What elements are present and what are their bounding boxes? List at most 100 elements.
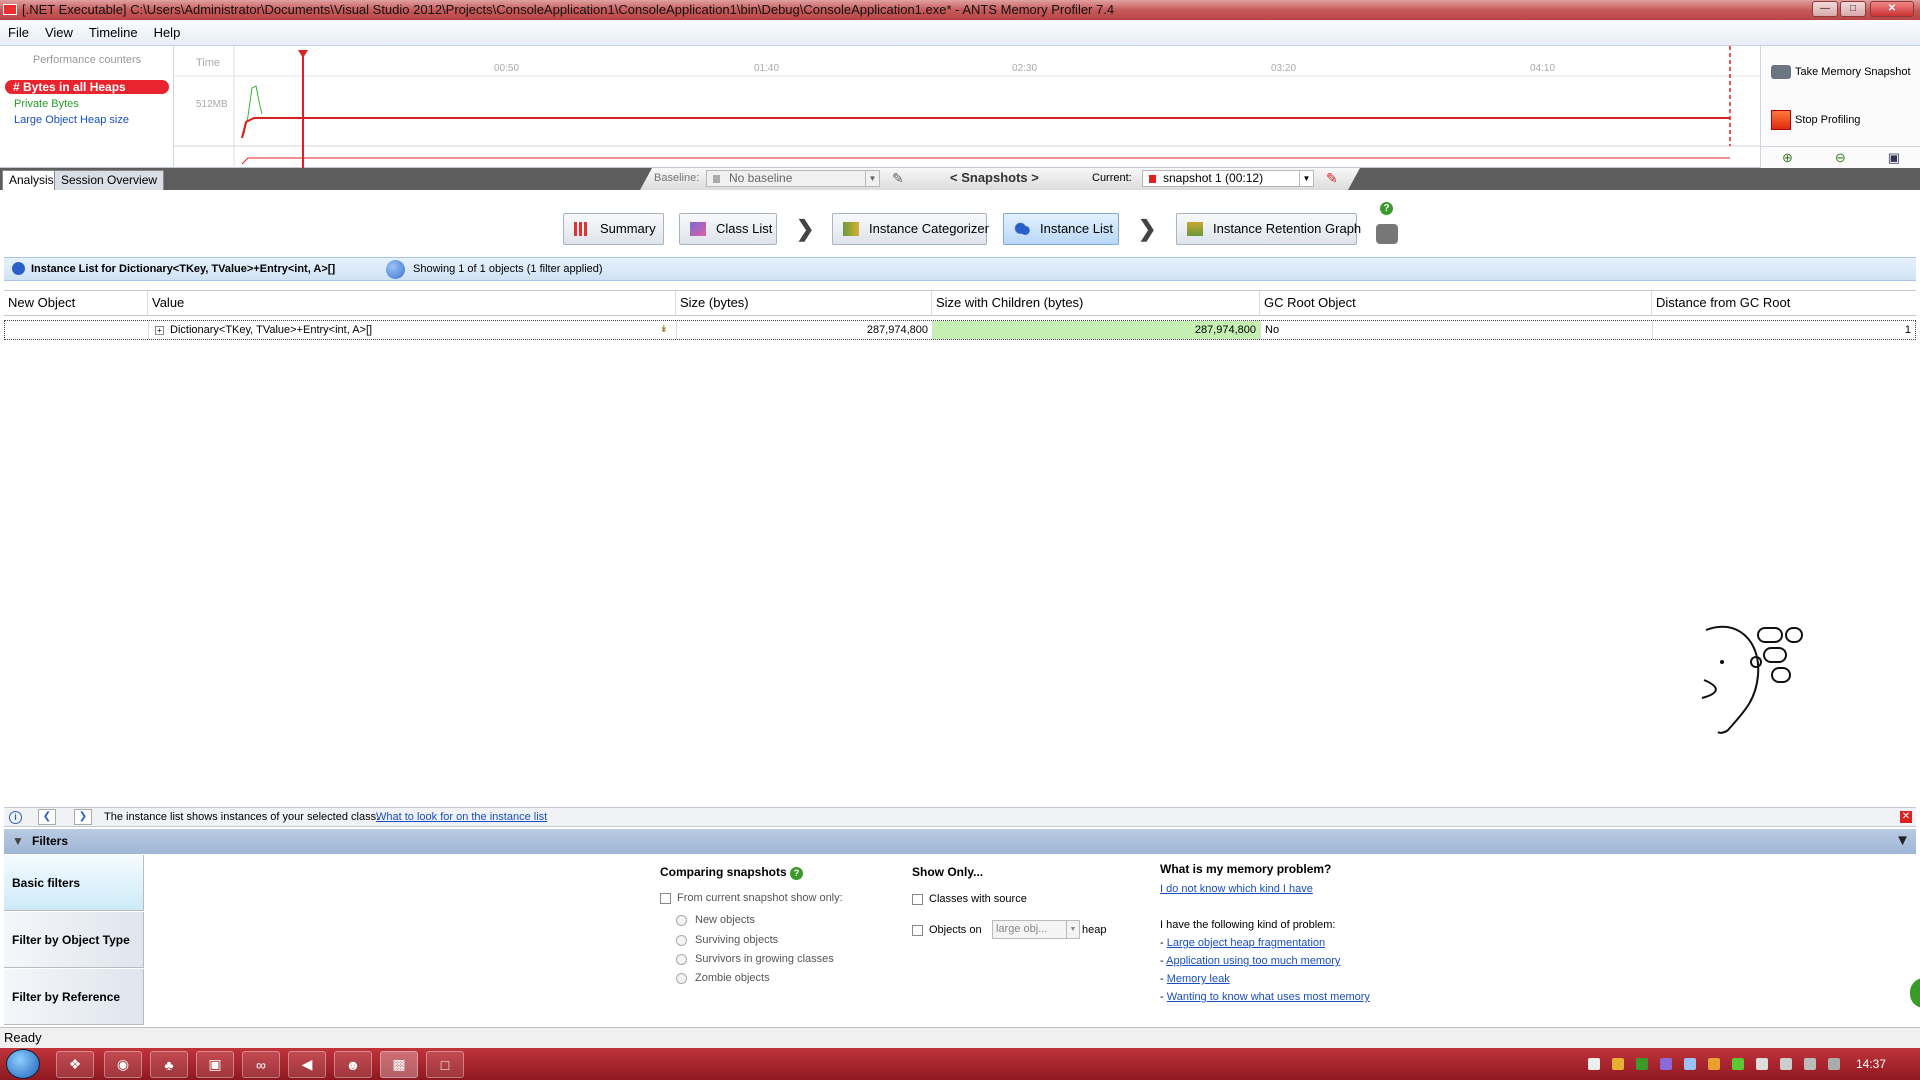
zoom-in-icon[interactable]: ⊕: [1782, 150, 1793, 166]
counter-bytes-in-heaps[interactable]: # Bytes in all Heaps: [5, 80, 169, 94]
clock[interactable]: 14:37: [1856, 1048, 1886, 1080]
radio-zombie-label: Zombie objects: [695, 972, 770, 984]
memory-leak-link[interactable]: Memory leak: [1167, 973, 1230, 985]
speaker-icon[interactable]: [1756, 1058, 1768, 1070]
heap-select[interactable]: large obj... ▼: [992, 920, 1080, 939]
baseline-dropdown[interactable]: No baseline ▼: [706, 170, 880, 187]
menu-file[interactable]: File: [0, 20, 37, 46]
browser-icon[interactable]: ◉: [104, 1051, 142, 1078]
class-list-button[interactable]: Class List: [679, 213, 777, 245]
menu-view[interactable]: View: [37, 20, 81, 46]
summary-button[interactable]: Summary: [563, 213, 664, 245]
zoom-fit-icon[interactable]: ▣: [1888, 150, 1900, 166]
tab-filter-reference[interactable]: Filter by Reference: [4, 969, 144, 1025]
zoom-out-icon[interactable]: ⊖: [1835, 150, 1846, 166]
pin-icon[interactable]: ↡: [660, 321, 668, 339]
tray-icon[interactable]: [1636, 1058, 1648, 1070]
col-distance-gc-root[interactable]: Distance from GC Root: [1652, 291, 1916, 315]
snapshot-marker-head: [298, 50, 308, 58]
tray-icon[interactable]: [1660, 1058, 1672, 1070]
heap-label: heap: [1082, 924, 1107, 936]
classes-with-source-label: Classes with source: [929, 893, 1027, 905]
tray-icon[interactable]: [1612, 1058, 1624, 1070]
counter-loh-size[interactable]: Large Object Heap size: [14, 114, 129, 126]
funnel-icon: ▼: [12, 834, 24, 848]
edit-current-icon[interactable]: ✎: [1326, 168, 1338, 188]
col-new-object[interactable]: New Object: [4, 291, 148, 315]
terminal-icon[interactable]: ▣: [196, 1051, 234, 1078]
col-gc-root-object[interactable]: GC Root Object: [1260, 291, 1652, 315]
tab-analysis[interactable]: Analysis: [2, 170, 61, 190]
tray-icon[interactable]: [1684, 1058, 1696, 1070]
current-snapshot-dropdown[interactable]: snapshot 1 (00:12) ▼: [1142, 170, 1314, 187]
radio-survivors-growing[interactable]: Survivors in growing classes: [676, 953, 834, 965]
taskbar-app-icon[interactable]: ❖: [56, 1051, 94, 1078]
instance-list-title: Instance List for Dictionary<TKey, TValu…: [31, 263, 336, 275]
table-row[interactable]: + Dictionary<TKey, TValue>+Entry<int, A>[…: [4, 320, 1916, 340]
next-tip-button[interactable]: ❯: [74, 809, 92, 825]
visual-studio-icon[interactable]: ∞: [242, 1051, 280, 1078]
most-memory-link[interactable]: Wanting to know what uses most memory: [1167, 991, 1370, 1003]
help-icon[interactable]: ?: [1380, 202, 1393, 215]
unknown-problem-link[interactable]: I do not know which kind I have: [1160, 883, 1313, 895]
radio-new-objects[interactable]: New objects: [676, 914, 755, 926]
tab-basic-filters[interactable]: Basic filters: [4, 855, 144, 911]
start-button[interactable]: [6, 1049, 40, 1079]
snapshot-selector: Baseline: No baseline ▼ ✎ < Snapshots > …: [640, 168, 1360, 190]
loh-fragmentation-link[interactable]: Large object heap fragmentation: [1167, 937, 1325, 949]
side-tab[interactable]: [1910, 978, 1920, 1008]
tick-label: 04:10: [1530, 63, 1555, 74]
tray-icon[interactable]: [1804, 1058, 1816, 1070]
edit-baseline-icon[interactable]: ✎: [892, 168, 904, 188]
stop-profiling-label: Stop Profiling: [1795, 114, 1861, 126]
tab-session-overview[interactable]: Session Overview: [54, 170, 165, 190]
stop-profiling-button[interactable]: Stop Profiling: [1769, 110, 1860, 130]
info-link[interactable]: What to look for on the instance list: [376, 808, 547, 826]
objects-on-checkbox[interactable]: Objects on: [912, 924, 982, 936]
users-icon[interactable]: ☻: [334, 1051, 372, 1078]
tools-icon[interactable]: [1376, 224, 1398, 244]
current-label: Current:: [1092, 172, 1132, 184]
col-size[interactable]: Size (bytes): [676, 291, 932, 315]
menu-timeline[interactable]: Timeline: [81, 20, 146, 46]
tab-filter-object-type[interactable]: Filter by Object Type: [4, 912, 144, 968]
tray-icon[interactable]: [1588, 1058, 1600, 1070]
bar-chart-icon: [574, 222, 590, 236]
maximize-button[interactable]: □: [1840, 1, 1866, 17]
timeline-graph[interactable]: Time 512MB 00:50 01:40 02:30 03:20 04:10: [174, 46, 1760, 168]
instance-categorizer-button[interactable]: Instance Categorizer: [832, 213, 989, 245]
instance-list-button[interactable]: Instance List: [1003, 213, 1119, 245]
counter-private-bytes[interactable]: Private Bytes: [14, 98, 79, 110]
minimize-button[interactable]: —: [1812, 1, 1838, 17]
too-much-memory-link[interactable]: Application using too much memory: [1166, 955, 1340, 967]
window-icon[interactable]: □: [426, 1051, 464, 1078]
network-icon[interactable]: [1780, 1058, 1792, 1070]
filters-header[interactable]: ▼ Filters ▼: [4, 829, 1916, 854]
class-list-icon: [690, 222, 706, 236]
close-button[interactable]: ✕: [1870, 1, 1914, 17]
tray-icon[interactable]: [1708, 1058, 1720, 1070]
classes-with-source-checkbox[interactable]: Classes with source: [912, 893, 1027, 905]
col-size-with-children[interactable]: Size with Children (bytes): [932, 291, 1260, 315]
tick-label: 02:30: [1012, 63, 1037, 74]
retention-graph-button[interactable]: Instance Retention Graph: [1176, 213, 1361, 245]
radio-surviving-objects[interactable]: Surviving objects: [676, 934, 778, 946]
ants-profiler-icon[interactable]: ▩: [380, 1051, 418, 1078]
col-value[interactable]: Value: [148, 291, 676, 315]
snapshots-nav[interactable]: < Snapshots >: [950, 168, 1039, 188]
take-snapshot-button[interactable]: Take Memory Snapshot: [1769, 62, 1911, 82]
media-icon[interactable]: ◀: [288, 1051, 326, 1078]
tray-icon[interactable]: [1732, 1058, 1744, 1070]
close-icon[interactable]: ✕: [1900, 811, 1912, 823]
menu-help[interactable]: Help: [146, 20, 189, 46]
take-snapshot-label: Take Memory Snapshot: [1795, 66, 1911, 78]
radio-zombie-objects[interactable]: Zombie objects: [676, 972, 770, 984]
help-icon[interactable]: ?: [790, 867, 804, 880]
tray-icon[interactable]: [1828, 1058, 1840, 1070]
problem-link-item: - Application using too much memory: [1160, 955, 1341, 967]
previous-tip-button[interactable]: ❮: [38, 809, 56, 825]
collapse-icon[interactable]: ▼: [1895, 829, 1910, 853]
expand-icon[interactable]: +: [155, 325, 164, 335]
from-current-checkbox[interactable]: From current snapshot show only:: [660, 892, 843, 904]
clover-icon[interactable]: ♣: [150, 1051, 188, 1078]
